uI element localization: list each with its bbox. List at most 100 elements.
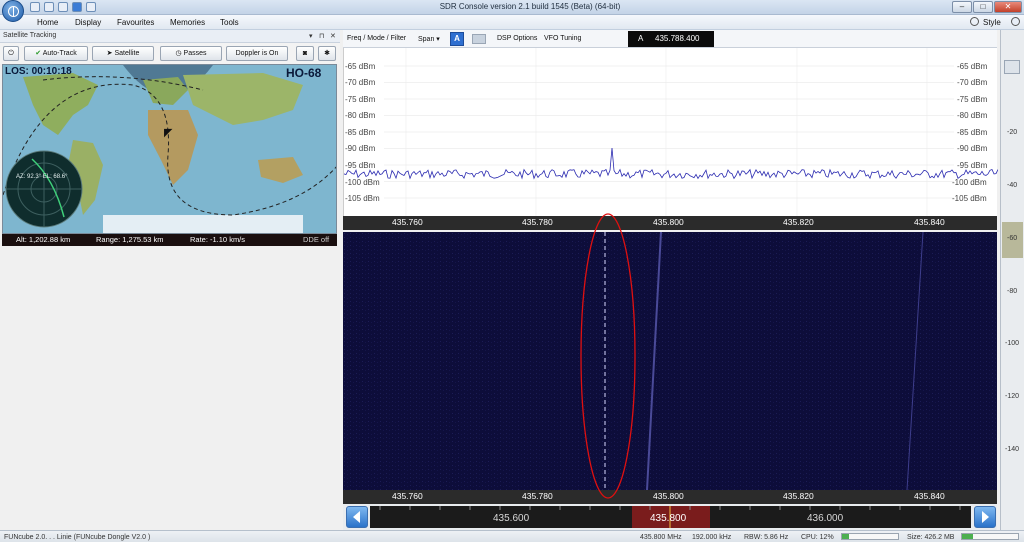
radar-az-el: AZ: 92.3° EL: 68.6° — [16, 174, 68, 180]
sat-panel-title: Satellite Tracking — [3, 32, 57, 39]
arrow-left-icon — [353, 511, 360, 523]
spectrum-display[interactable] — [343, 48, 999, 216]
satellite-label: Satellite — [114, 50, 140, 57]
cpu-meter-fill — [842, 534, 849, 539]
scale-label: -120 — [1005, 393, 1020, 400]
spectrum-graphic — [343, 48, 999, 216]
antenna-icon — [8, 6, 19, 17]
freq-tick: 435.800 — [653, 217, 684, 227]
passes-label: Passes — [183, 50, 207, 57]
db-label-left: -100 dBm — [345, 178, 380, 187]
freq-tick: 435.840 — [914, 217, 945, 227]
panel-dropdown-icon[interactable]: ▾ — [309, 32, 313, 40]
vfo-tuning-menu[interactable]: VFO Tuning — [544, 35, 581, 42]
world-map[interactable] — [2, 64, 337, 234]
quick-settings-icon[interactable] — [44, 2, 54, 12]
waterfall-display[interactable] — [343, 232, 997, 490]
db-label-right: -65 dBm — [957, 62, 988, 71]
left-empty-area — [0, 247, 340, 529]
auto-track-label: Auto-Track — [42, 50, 77, 57]
sat-range: Range: 1,275.53 km — [96, 235, 164, 244]
window-title: SDR Console version 2.1 build 1545 (Beta… — [439, 2, 621, 11]
scale-label: -140 — [1005, 446, 1020, 453]
tune-left-button[interactable] — [346, 506, 368, 528]
span-menu[interactable]: Span ▾ — [418, 35, 440, 43]
sat-status-bar: Alt: 1,202.88 km Range: 1,275.53 km Rate… — [2, 234, 337, 246]
cpu-meter — [841, 533, 899, 540]
menu-favourites[interactable]: Favourites — [117, 18, 154, 27]
sat-rate: Rate: -1.10 km/s — [190, 235, 246, 244]
vfo-label: A — [638, 34, 644, 43]
db-label-left: -75 dBm — [345, 95, 376, 104]
status-size: Size: 426.2 MB — [907, 534, 955, 541]
scale-label: -60 — [1007, 235, 1018, 242]
power-button[interactable]: ⏻ — [3, 46, 19, 61]
satellite-position-marker: ◤ — [164, 127, 173, 139]
status-frequency: 435.800 MHz — [640, 534, 682, 541]
db-label-right: -100 dBm — [952, 178, 987, 187]
panel-pin-icon[interactable]: ⊓ — [319, 32, 324, 40]
status-rbw: RBW: 5.86 Hz — [744, 534, 789, 541]
freq-tick: 435.820 — [783, 491, 814, 501]
quick-play-icon[interactable] — [72, 2, 82, 12]
satellite-button[interactable]: ➤ Satellite — [92, 46, 154, 61]
passes-button[interactable]: ◷ Passes — [160, 46, 222, 61]
frequency-ruler-bottom[interactable]: 435.760 435.780 435.800 435.820 435.840 — [343, 490, 997, 504]
style-menu[interactable]: Style — [983, 18, 1001, 27]
device-name: FUNcube 2.0. . . Linie (FUNcube Dongle V… — [4, 534, 151, 541]
scale-label: -40 — [1007, 182, 1018, 189]
status-bandwidth: 192.000 kHz — [692, 534, 732, 541]
db-label-left: -65 dBm — [345, 62, 376, 71]
help-icon[interactable] — [1011, 17, 1020, 26]
db-label-right: -95 dBm — [957, 161, 988, 170]
freq-tick: 435.820 — [783, 217, 814, 227]
frequency-ruler-top[interactable]: 435.760 435.780 435.800 435.820 435.840 — [343, 216, 997, 230]
quick-undo-icon[interactable] — [58, 2, 68, 12]
freq-tick: 435.780 — [522, 491, 553, 501]
radar-plot — [5, 150, 83, 228]
freq-tick: 435.760 — [392, 217, 423, 227]
doppler-button[interactable]: Doppler is On — [226, 46, 288, 61]
freq-tick: 435.840 — [914, 491, 945, 501]
tuner-strip[interactable]: 435.600 435.800 436.000 — [370, 506, 971, 528]
scale-label: -100 — [1005, 340, 1020, 347]
waterfall-graphic — [343, 232, 997, 490]
vfo-a-button[interactable]: A — [450, 32, 464, 46]
db-label-right: -105 dBm — [952, 194, 987, 203]
menu-home[interactable]: Home — [37, 18, 58, 27]
menu-display[interactable]: Display — [75, 18, 101, 27]
maximize-button[interactable]: □ — [973, 1, 993, 13]
tune-right-button[interactable] — [974, 506, 996, 528]
style-icon — [970, 17, 979, 26]
db-label-left: -105 dBm — [345, 194, 380, 203]
vfo-frequency-display[interactable]: A 435.788.400 — [628, 31, 714, 47]
db-label-right: -70 dBm — [957, 78, 988, 87]
menu-tools[interactable]: Tools — [220, 18, 239, 27]
menu-memories[interactable]: Memories — [170, 18, 205, 27]
los-timer: LOS: 00:10:18 — [5, 66, 72, 77]
dsp-options-menu[interactable]: DSP Options — [497, 35, 537, 42]
sat-panel-header: Satellite Tracking — [0, 30, 340, 43]
scale-label: -20 — [1007, 129, 1018, 136]
freq-mode-filter-menu[interactable]: Freq / Mode / Filter — [347, 35, 406, 42]
scale-label: -80 — [1007, 288, 1018, 295]
minimize-button[interactable]: – — [952, 1, 972, 13]
panel-close-icon[interactable]: ✕ — [330, 32, 336, 40]
vfo-frequency: 435.788.400 — [655, 34, 700, 43]
auto-track-button[interactable]: ✔ Auto-Track — [24, 46, 88, 61]
print-icon[interactable] — [472, 34, 486, 44]
check-icon: ✔ — [35, 50, 43, 57]
app-menu-button[interactable] — [2, 0, 24, 22]
size-meter — [961, 533, 1019, 540]
db-label-left: -95 dBm — [345, 161, 376, 170]
quick-save-icon[interactable] — [30, 2, 40, 12]
close-button[interactable]: ✕ — [994, 1, 1022, 13]
highlight-ellipse — [580, 213, 636, 499]
settings-gear-icon[interactable]: ✱ — [318, 46, 336, 61]
waterfall-scale[interactable] — [1000, 30, 1024, 530]
sat-name: HO-68 — [286, 66, 322, 80]
quick-stop-icon[interactable] — [86, 2, 96, 12]
camera-button[interactable]: ◙ — [296, 46, 314, 61]
status-cpu: CPU: 12% — [801, 534, 834, 541]
scale-chart-icon[interactable] — [1004, 60, 1020, 74]
